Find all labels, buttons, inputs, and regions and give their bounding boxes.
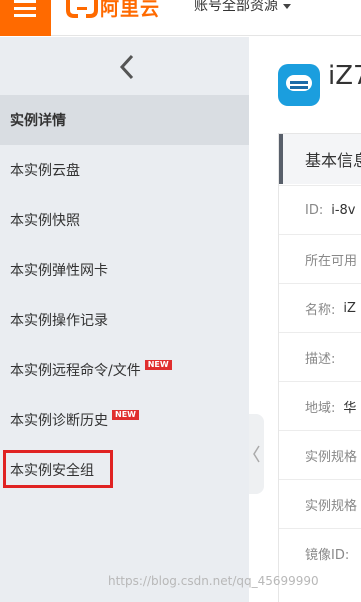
row-label: ID: bbox=[305, 202, 324, 218]
sidebar-item-disks[interactable]: 本实例云盘 bbox=[0, 145, 249, 195]
sidebar-back-button[interactable] bbox=[0, 37, 249, 95]
row-label: 实例规格 bbox=[305, 449, 358, 465]
sidebar-item-label: 本实例弹性网卡 bbox=[10, 263, 108, 279]
account-resource-dropdown[interactable]: 账号全部资源 bbox=[194, 0, 291, 14]
info-row-image-id: 镜像ID: bbox=[279, 528, 361, 577]
sidebar-item-label: 本实例诊断历史 bbox=[10, 413, 108, 429]
menu-line bbox=[14, 7, 36, 10]
sidebar-item-diagnosis-history[interactable]: 本实例诊断历史 NEW bbox=[0, 395, 249, 445]
server-bar bbox=[290, 81, 308, 84]
info-row-instance-type: 实例规格 bbox=[279, 430, 361, 479]
caret-down-icon bbox=[283, 3, 291, 9]
aliyun-logo-icon bbox=[66, 0, 98, 18]
sidebar-item-instance-details[interactable]: 实例详情 bbox=[0, 95, 249, 145]
instance-title: iZ7 bbox=[328, 61, 361, 91]
top-bar: 阿里云 账号全部资源 bbox=[0, 0, 361, 36]
new-badge: NEW bbox=[144, 360, 172, 370]
sidebar-item-remote-commands[interactable]: 本实例远程命令/文件 NEW bbox=[0, 345, 249, 395]
basic-info-panel: 基本信息 ID: i-8v 所在可用 名称: iZ 描述: 地域: 华 实例规格… bbox=[278, 133, 361, 602]
menu-line bbox=[14, 14, 36, 17]
chevron-left-icon bbox=[119, 54, 134, 80]
sidebar-item-label: 本实例操作记录 bbox=[10, 313, 108, 329]
menu-line bbox=[14, 0, 36, 3]
info-row-zone: 所在可用 bbox=[279, 234, 361, 283]
sidebar-collapse-handle[interactable] bbox=[249, 414, 264, 494]
panel-title: 基本信息 bbox=[279, 134, 361, 184]
row-label: 实例规格 bbox=[305, 498, 358, 514]
info-row-instance-family: 实例规格 bbox=[279, 479, 361, 528]
sidebar-item-label: 本实例远程命令/文件 bbox=[10, 363, 141, 379]
server-bar bbox=[290, 86, 308, 89]
main-content: iZ7 基本信息 ID: i-8v 所在可用 名称: iZ 描述: 地域: 华 … bbox=[264, 37, 361, 602]
ecs-instance-icon bbox=[278, 64, 320, 106]
row-value: iZ bbox=[343, 300, 356, 316]
sidebar-item-label: 本实例快照 bbox=[10, 213, 80, 229]
account-label: 账号全部资源 bbox=[194, 0, 278, 14]
row-label: 镜像ID: bbox=[305, 547, 350, 563]
hamburger-menu-button[interactable] bbox=[0, 0, 51, 36]
info-row-id: ID: i-8v bbox=[279, 185, 361, 234]
info-row-description: 描述: bbox=[279, 332, 361, 381]
row-label: 描述: bbox=[305, 351, 336, 367]
chevron-left-icon bbox=[253, 445, 260, 463]
row-label: 名称: bbox=[305, 302, 336, 318]
aliyun-logo[interactable]: 阿里云 bbox=[66, 0, 161, 20]
row-value: 华 bbox=[343, 400, 357, 416]
info-row-name: 名称: iZ bbox=[279, 283, 361, 332]
sidebar-item-label: 本实例云盘 bbox=[10, 163, 80, 179]
sidebar-item-label: 实例详情 bbox=[10, 113, 66, 129]
highlight-annotation-box bbox=[3, 450, 113, 488]
info-row-region: 地域: 华 bbox=[279, 381, 361, 430]
sidebar-item-network-interfaces[interactable]: 本实例弹性网卡 bbox=[0, 245, 249, 295]
sidebar-item-snapshots[interactable]: 本实例快照 bbox=[0, 195, 249, 245]
row-label: 地域: bbox=[305, 400, 336, 416]
row-value: i-8v bbox=[331, 202, 356, 218]
sidebar-item-operation-logs[interactable]: 本实例操作记录 bbox=[0, 295, 249, 345]
sidebar: 实例详情 本实例云盘 本实例快照 本实例弹性网卡 本实例操作记录 本实例远程命令… bbox=[0, 37, 249, 602]
new-badge: NEW bbox=[112, 410, 139, 420]
watermark: https://blog.csdn.net/qq_45699990 bbox=[108, 574, 319, 588]
logo-text: 阿里云 bbox=[100, 0, 161, 20]
row-label: 所在可用 bbox=[305, 253, 358, 269]
